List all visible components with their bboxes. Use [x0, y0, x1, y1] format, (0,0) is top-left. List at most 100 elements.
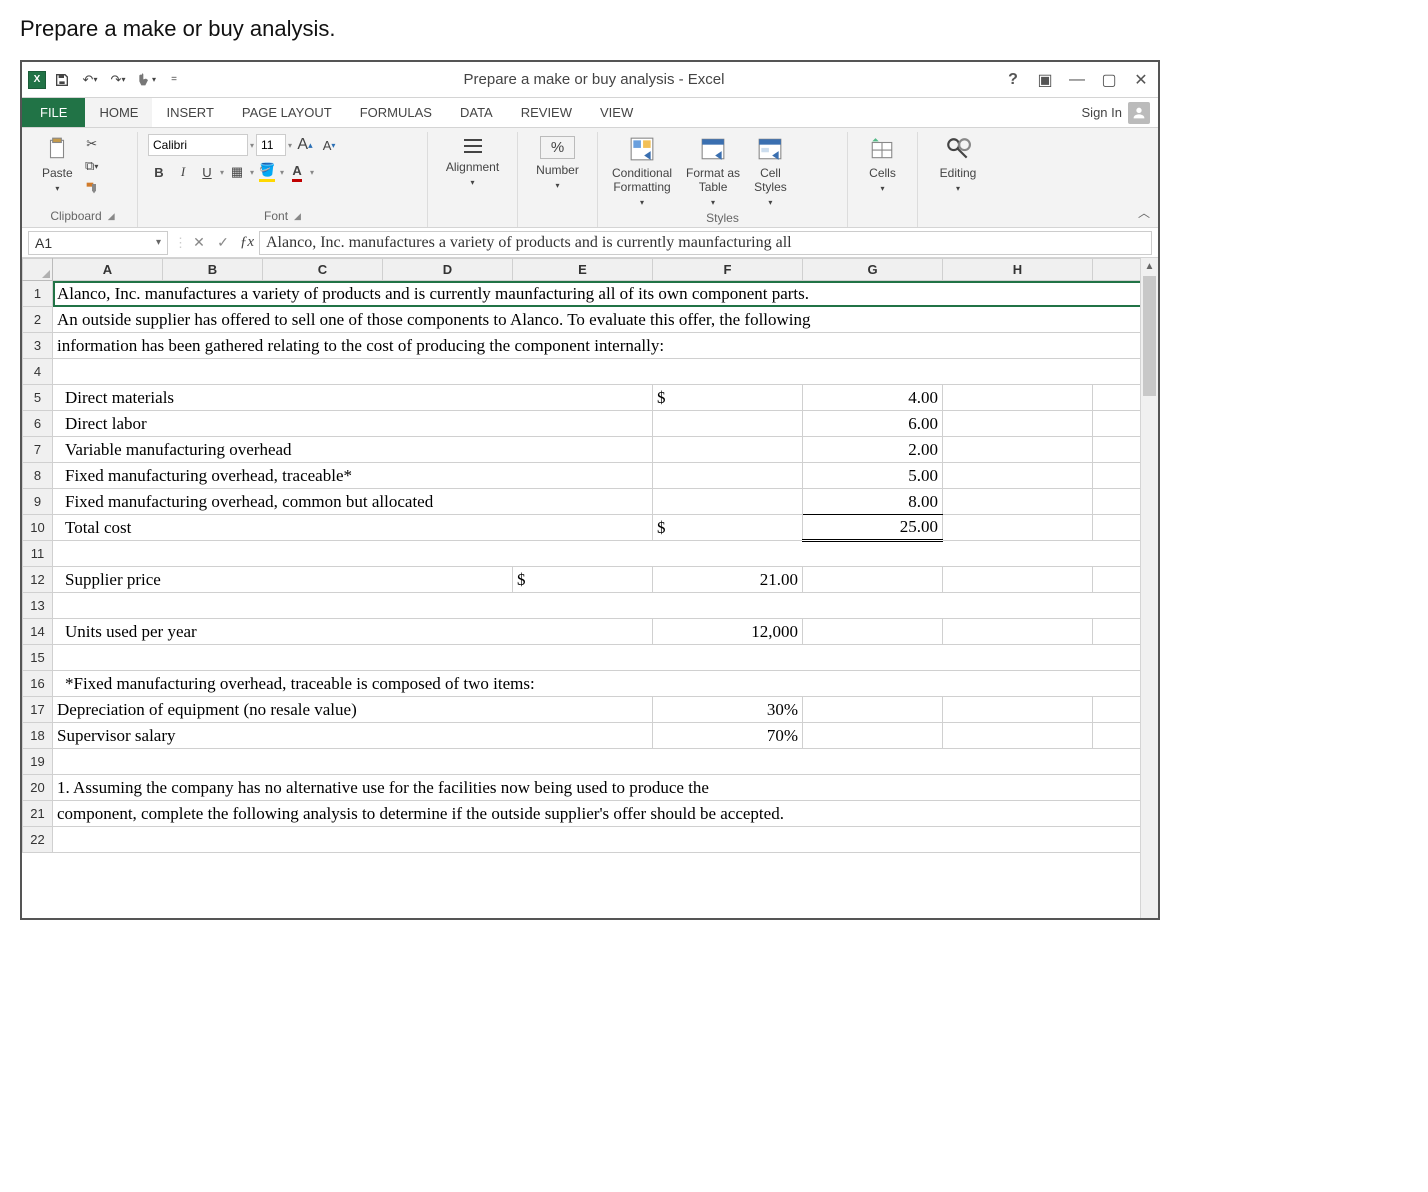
- scroll-up-icon[interactable]: ▲: [1141, 258, 1158, 276]
- cell[interactable]: 5.00: [803, 463, 943, 489]
- cell[interactable]: Depreciation of equipment (no resale val…: [53, 697, 653, 723]
- tab-view[interactable]: VIEW: [586, 98, 647, 127]
- col-header-E[interactable]: E: [513, 259, 653, 281]
- select-all-corner[interactable]: [23, 259, 53, 281]
- row-header[interactable]: 11: [23, 541, 53, 567]
- row-header[interactable]: 16: [23, 671, 53, 697]
- cell[interactable]: [53, 541, 1141, 567]
- cell[interactable]: 4.00: [803, 385, 943, 411]
- cell[interactable]: information has been gathered relating t…: [53, 333, 1141, 359]
- row-header[interactable]: 21: [23, 801, 53, 827]
- cell[interactable]: Direct labor: [53, 411, 653, 437]
- cell[interactable]: [1093, 723, 1141, 749]
- vertical-scrollbar[interactable]: ▲: [1140, 258, 1158, 918]
- column-headers[interactable]: A B C D E F G H I: [23, 259, 1141, 281]
- cut-icon[interactable]: ✂: [81, 134, 103, 154]
- save-icon[interactable]: [50, 68, 74, 92]
- cell-styles-button[interactable]: Cell Styles▾: [750, 134, 791, 209]
- sign-in-button[interactable]: Sign In: [1082, 102, 1150, 124]
- cell[interactable]: [943, 437, 1093, 463]
- tab-review[interactable]: REVIEW: [507, 98, 586, 127]
- cell[interactable]: *Fixed manufacturing overhead, traceable…: [53, 671, 1141, 697]
- cell[interactable]: 30%: [653, 697, 803, 723]
- cell[interactable]: [1093, 489, 1141, 515]
- decrease-font-icon[interactable]: A▾: [318, 135, 340, 155]
- cell[interactable]: 21.00: [653, 567, 803, 593]
- cell[interactable]: Total cost: [53, 515, 653, 541]
- cell[interactable]: 70%: [653, 723, 803, 749]
- cell[interactable]: [943, 567, 1093, 593]
- name-box[interactable]: A1▾: [28, 231, 168, 255]
- row-header[interactable]: 15: [23, 645, 53, 671]
- ribbon-display-icon[interactable]: ▣: [1034, 70, 1056, 90]
- cell[interactable]: [943, 411, 1093, 437]
- cancel-formula-icon[interactable]: ✕: [187, 234, 211, 251]
- cell[interactable]: [1093, 619, 1141, 645]
- col-header-D[interactable]: D: [383, 259, 513, 281]
- alignment-button[interactable]: Alignment ▾: [442, 134, 503, 189]
- tab-formulas[interactable]: FORMULAS: [346, 98, 446, 127]
- cell[interactable]: Supervisor salary: [53, 723, 653, 749]
- cell[interactable]: [653, 489, 803, 515]
- copy-icon[interactable]: ⧉▾: [81, 156, 103, 176]
- row-header[interactable]: 7: [23, 437, 53, 463]
- minimize-icon[interactable]: —: [1066, 71, 1088, 89]
- cell[interactable]: 8.00: [803, 489, 943, 515]
- cell[interactable]: $: [513, 567, 653, 593]
- underline-button[interactable]: U: [196, 162, 218, 182]
- row-header[interactable]: 1: [23, 281, 53, 307]
- help-icon[interactable]: ?: [1002, 71, 1024, 89]
- conditional-formatting-button[interactable]: Conditional Formatting▾: [608, 134, 676, 209]
- cell[interactable]: [1093, 697, 1141, 723]
- cells-button[interactable]: Cells ▾: [865, 134, 900, 195]
- borders-button[interactable]: ▦: [226, 162, 248, 182]
- worksheet-grid[interactable]: A B C D E F G H I 1 Alanco,: [22, 258, 1140, 918]
- row-header[interactable]: 9: [23, 489, 53, 515]
- row-header[interactable]: 22: [23, 827, 53, 853]
- cell[interactable]: [653, 437, 803, 463]
- format-as-table-button[interactable]: Format as Table▾: [682, 134, 744, 209]
- cell[interactable]: Variable manufacturing overhead: [53, 437, 653, 463]
- cell[interactable]: [803, 619, 943, 645]
- cell[interactable]: [803, 567, 943, 593]
- qat-customize-button[interactable]: =: [162, 68, 186, 92]
- cell[interactable]: [1093, 515, 1141, 541]
- cell[interactable]: [943, 723, 1093, 749]
- cell[interactable]: [1093, 567, 1141, 593]
- fill-color-button[interactable]: 🪣: [256, 162, 278, 182]
- number-format-button[interactable]: % Number ▾: [532, 134, 583, 192]
- row-header[interactable]: 10: [23, 515, 53, 541]
- row-header[interactable]: 5: [23, 385, 53, 411]
- row-header[interactable]: 6: [23, 411, 53, 437]
- cell[interactable]: [1093, 463, 1141, 489]
- tab-page-layout[interactable]: PAGE LAYOUT: [228, 98, 346, 127]
- cell[interactable]: [943, 489, 1093, 515]
- undo-button[interactable]: ↶▾: [78, 68, 102, 92]
- cell[interactable]: [803, 697, 943, 723]
- cell[interactable]: [943, 619, 1093, 645]
- row-header[interactable]: 19: [23, 749, 53, 775]
- editing-button[interactable]: Editing ▾: [936, 134, 981, 195]
- cell[interactable]: Fixed manufacturing overhead, traceable*: [53, 463, 653, 489]
- cell[interactable]: [653, 463, 803, 489]
- format-painter-icon[interactable]: [81, 178, 103, 198]
- row-header[interactable]: 3: [23, 333, 53, 359]
- font-name-input[interactable]: [148, 134, 248, 156]
- cell[interactable]: $: [653, 515, 803, 541]
- row-header[interactable]: 18: [23, 723, 53, 749]
- cell[interactable]: [803, 723, 943, 749]
- row-header[interactable]: 13: [23, 593, 53, 619]
- collapse-ribbon-icon[interactable]: ︿: [1138, 204, 1150, 221]
- cell[interactable]: [1093, 411, 1141, 437]
- paste-button[interactable]: Paste ▾: [38, 134, 77, 195]
- increase-font-icon[interactable]: A▴: [294, 135, 316, 155]
- redo-button[interactable]: ↷▾: [106, 68, 130, 92]
- tab-data[interactable]: DATA: [446, 98, 507, 127]
- row-header[interactable]: 17: [23, 697, 53, 723]
- cell[interactable]: [53, 359, 1141, 385]
- formula-input[interactable]: Alanco, Inc. manufactures a variety of p…: [259, 231, 1152, 255]
- cell[interactable]: [53, 593, 1141, 619]
- cell[interactable]: 2.00: [803, 437, 943, 463]
- cell[interactable]: [943, 515, 1093, 541]
- col-header-G[interactable]: G: [803, 259, 943, 281]
